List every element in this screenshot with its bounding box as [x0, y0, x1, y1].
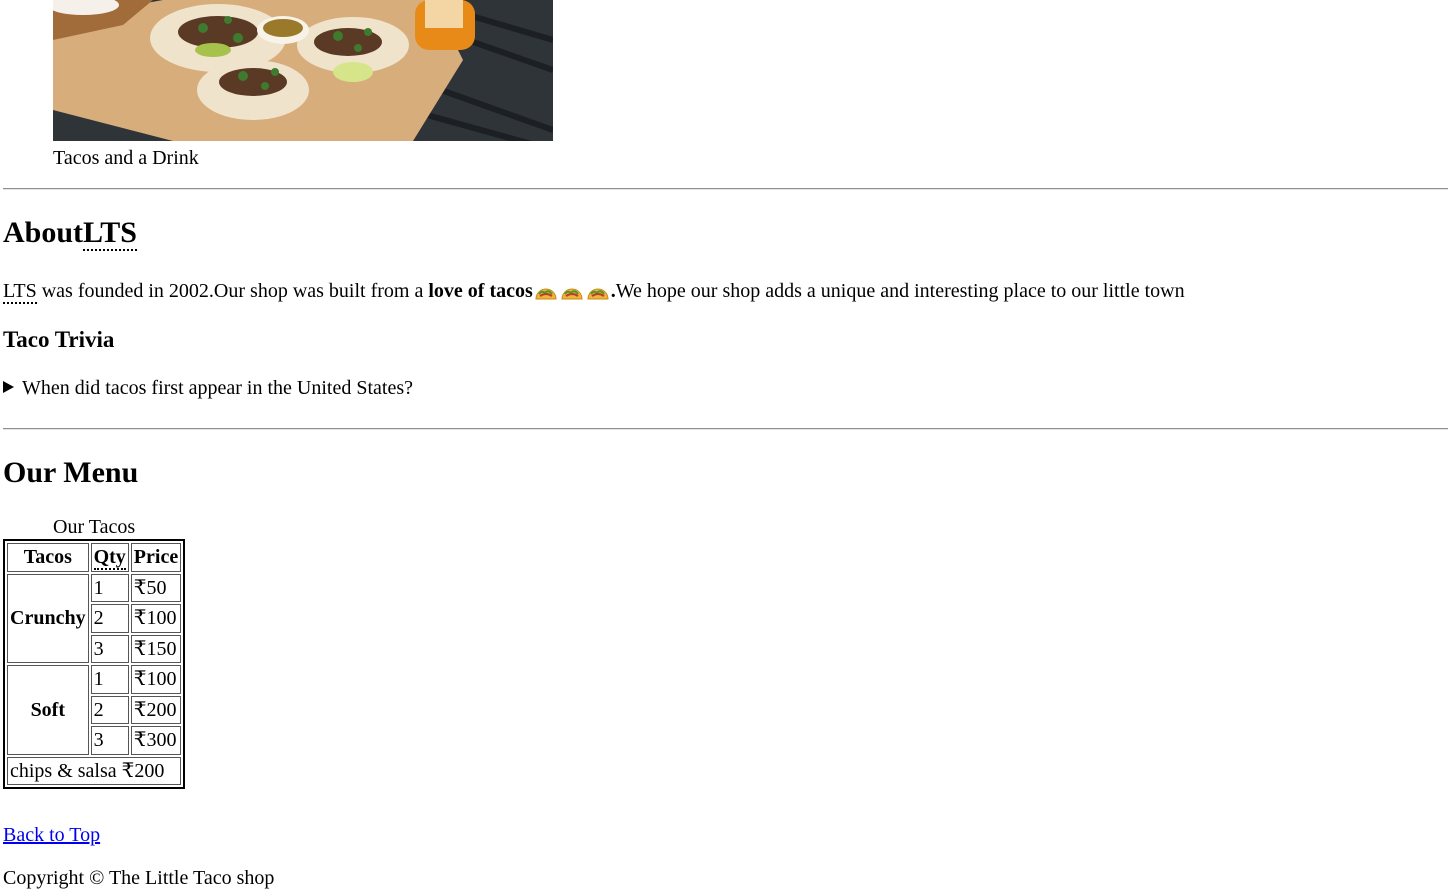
header-price: Price: [130, 543, 182, 572]
back-to-top-link[interactable]: Back to Top: [3, 823, 100, 847]
disclosure-triangle-icon: [3, 381, 14, 393]
qty-cell: 2: [90, 695, 129, 724]
header-qty: Qty: [90, 543, 129, 572]
group-soft: Soft: [7, 665, 89, 755]
qty-cell: 3: [90, 726, 129, 755]
price-cell: ₹50: [130, 573, 182, 602]
menu-heading: Our Menu: [3, 456, 139, 489]
lts-abbr: LTS: [3, 280, 37, 304]
price-cell: ₹300: [130, 726, 182, 755]
taco-icon: [535, 282, 557, 306]
trivia-heading: Taco Trivia: [3, 327, 115, 352]
tacos-photo: [53, 0, 553, 141]
trivia-details[interactable]: When did tacos first appear in the Unite…: [3, 376, 413, 400]
table-footer-row: chips & salsa ₹200: [7, 756, 182, 785]
qty-cell: 1: [90, 573, 129, 602]
header-tacos: Tacos: [7, 543, 89, 572]
table-row: Crunchy 1 ₹50: [7, 573, 182, 663]
about-paragraph: LTS was founded in 2002.Our shop was bui…: [3, 279, 1185, 306]
price-cell: ₹200: [130, 695, 182, 724]
price-cell: ₹150: [130, 634, 182, 663]
menu-table-wrap: Our Tacos Tacos Qty Price Crunchy 1 ₹50 …: [3, 515, 186, 789]
menu-table: Our Tacos Tacos Qty Price Crunchy 1 ₹50 …: [3, 515, 186, 789]
table-header-row: Tacos Qty Price: [7, 543, 182, 572]
section-divider: [3, 428, 1448, 430]
taco-icon: [587, 282, 609, 306]
qty-cell: 2: [90, 604, 129, 633]
table-row: Soft 1 ₹100: [7, 665, 182, 755]
chips-salsa-cell: chips & salsa ₹200: [7, 756, 182, 785]
section-divider: [3, 188, 1448, 190]
taco-icon: [561, 282, 583, 306]
about-heading: AboutLTS: [3, 216, 137, 251]
price-cell: ₹100: [130, 604, 182, 633]
lts-abbr: LTS: [83, 216, 137, 251]
group-crunchy: Crunchy: [7, 573, 89, 663]
price-cell: ₹100: [130, 665, 182, 694]
trivia-summary: When did tacos first appear in the Unite…: [22, 377, 413, 399]
love-of-tacos: love of tacos: [428, 280, 533, 302]
qty-cell: 3: [90, 634, 129, 663]
copyright-text: Copyright © The Little Taco shop: [3, 867, 275, 889]
qty-cell: 1: [90, 665, 129, 694]
table-caption: Our Tacos: [53, 516, 136, 538]
photo-caption: Tacos and a Drink: [53, 147, 199, 169]
